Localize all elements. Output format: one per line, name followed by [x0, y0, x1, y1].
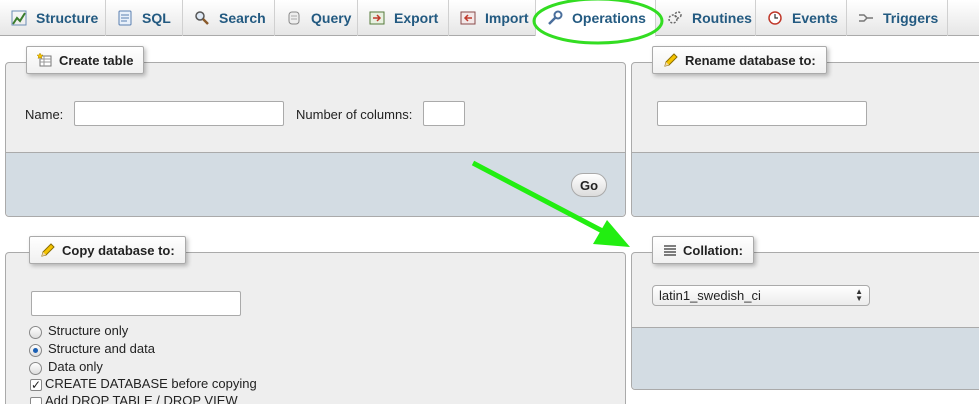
columns-label: Number of columns: [296, 107, 413, 122]
copy-db-input[interactable] [31, 291, 241, 316]
tab-bar: Structure SQL Search Query Export Import [0, 0, 979, 37]
radio-label: Data only [48, 359, 103, 374]
panel-footer [632, 327, 979, 389]
tab-events[interactable]: Events [756, 0, 847, 36]
list-icon [663, 243, 677, 257]
tab-triggers[interactable]: Triggers [847, 0, 948, 36]
columns-input[interactable] [423, 101, 465, 126]
tab-label: Triggers [883, 10, 939, 26]
panel-footer [632, 152, 979, 216]
create-database-checkbox[interactable]: ✓ [30, 379, 42, 391]
pencil-icon [663, 52, 679, 68]
tab-label: Query [311, 10, 352, 26]
legend-label: Create table [59, 52, 134, 68]
collation-select[interactable]: latin1_swedish_ci ▲ ▼ [652, 285, 870, 306]
tab-search[interactable]: Search [183, 0, 275, 36]
triggers-icon [857, 9, 875, 27]
import-icon [459, 9, 477, 27]
add-drop-table-checkbox[interactable] [30, 397, 42, 404]
radio-label: Structure and data [48, 341, 155, 356]
clock-icon [766, 9, 784, 27]
tab-label: SQL [142, 10, 171, 26]
routines-icon [666, 9, 684, 27]
tab-label: Events [792, 10, 838, 26]
tab-routines[interactable]: Routines [656, 0, 756, 36]
structure-icon [10, 9, 28, 27]
collation-legend: Collation: [652, 236, 754, 264]
annotation-arrow [471, 160, 630, 247]
tab-label: Search [219, 10, 266, 26]
legend-label: Rename database to: [685, 52, 816, 68]
rename-db-input[interactable] [657, 101, 867, 126]
new-table-icon [37, 52, 53, 68]
query-icon [285, 9, 303, 27]
legend-label: Collation: [683, 242, 743, 258]
tab-export[interactable]: Export [358, 0, 449, 36]
selected-option: latin1_swedish_ci [659, 288, 761, 303]
radio-structure-and-data[interactable] [29, 344, 42, 357]
tab-query[interactable]: Query [275, 0, 358, 36]
radio-data-only[interactable] [29, 362, 42, 375]
tab-import[interactable]: Import [449, 0, 536, 36]
table-name-input[interactable] [74, 101, 284, 126]
sql-icon [116, 9, 134, 27]
name-label: Name: [25, 107, 64, 122]
legend-label: Copy database to: [62, 242, 175, 258]
highlight-circle [532, 0, 664, 45]
tab-structure[interactable]: Structure [0, 0, 106, 36]
rename-db-legend: Rename database to: [652, 46, 827, 74]
tab-sql[interactable]: SQL [106, 0, 183, 36]
create-table-legend: Create table [26, 46, 145, 74]
tab-label: Import [485, 10, 529, 26]
checkbox-label: CREATE DATABASE before copying [45, 376, 257, 391]
tab-label: Routines [692, 10, 752, 26]
tab-label: Export [394, 10, 439, 26]
checkbox-label: Add DROP TABLE / DROP VIEW [45, 393, 238, 404]
tab-label: Structure [36, 10, 99, 26]
pencil-icon [40, 242, 56, 258]
collation-panel [631, 252, 979, 390]
copy-db-legend: Copy database to: [29, 236, 186, 264]
export-icon [368, 9, 386, 27]
search-icon [193, 9, 211, 27]
radio-label: Structure only [48, 323, 129, 338]
radio-structure-only[interactable] [29, 326, 42, 339]
rename-db-panel [631, 62, 979, 217]
select-arrows-icon: ▲ ▼ [855, 287, 863, 303]
